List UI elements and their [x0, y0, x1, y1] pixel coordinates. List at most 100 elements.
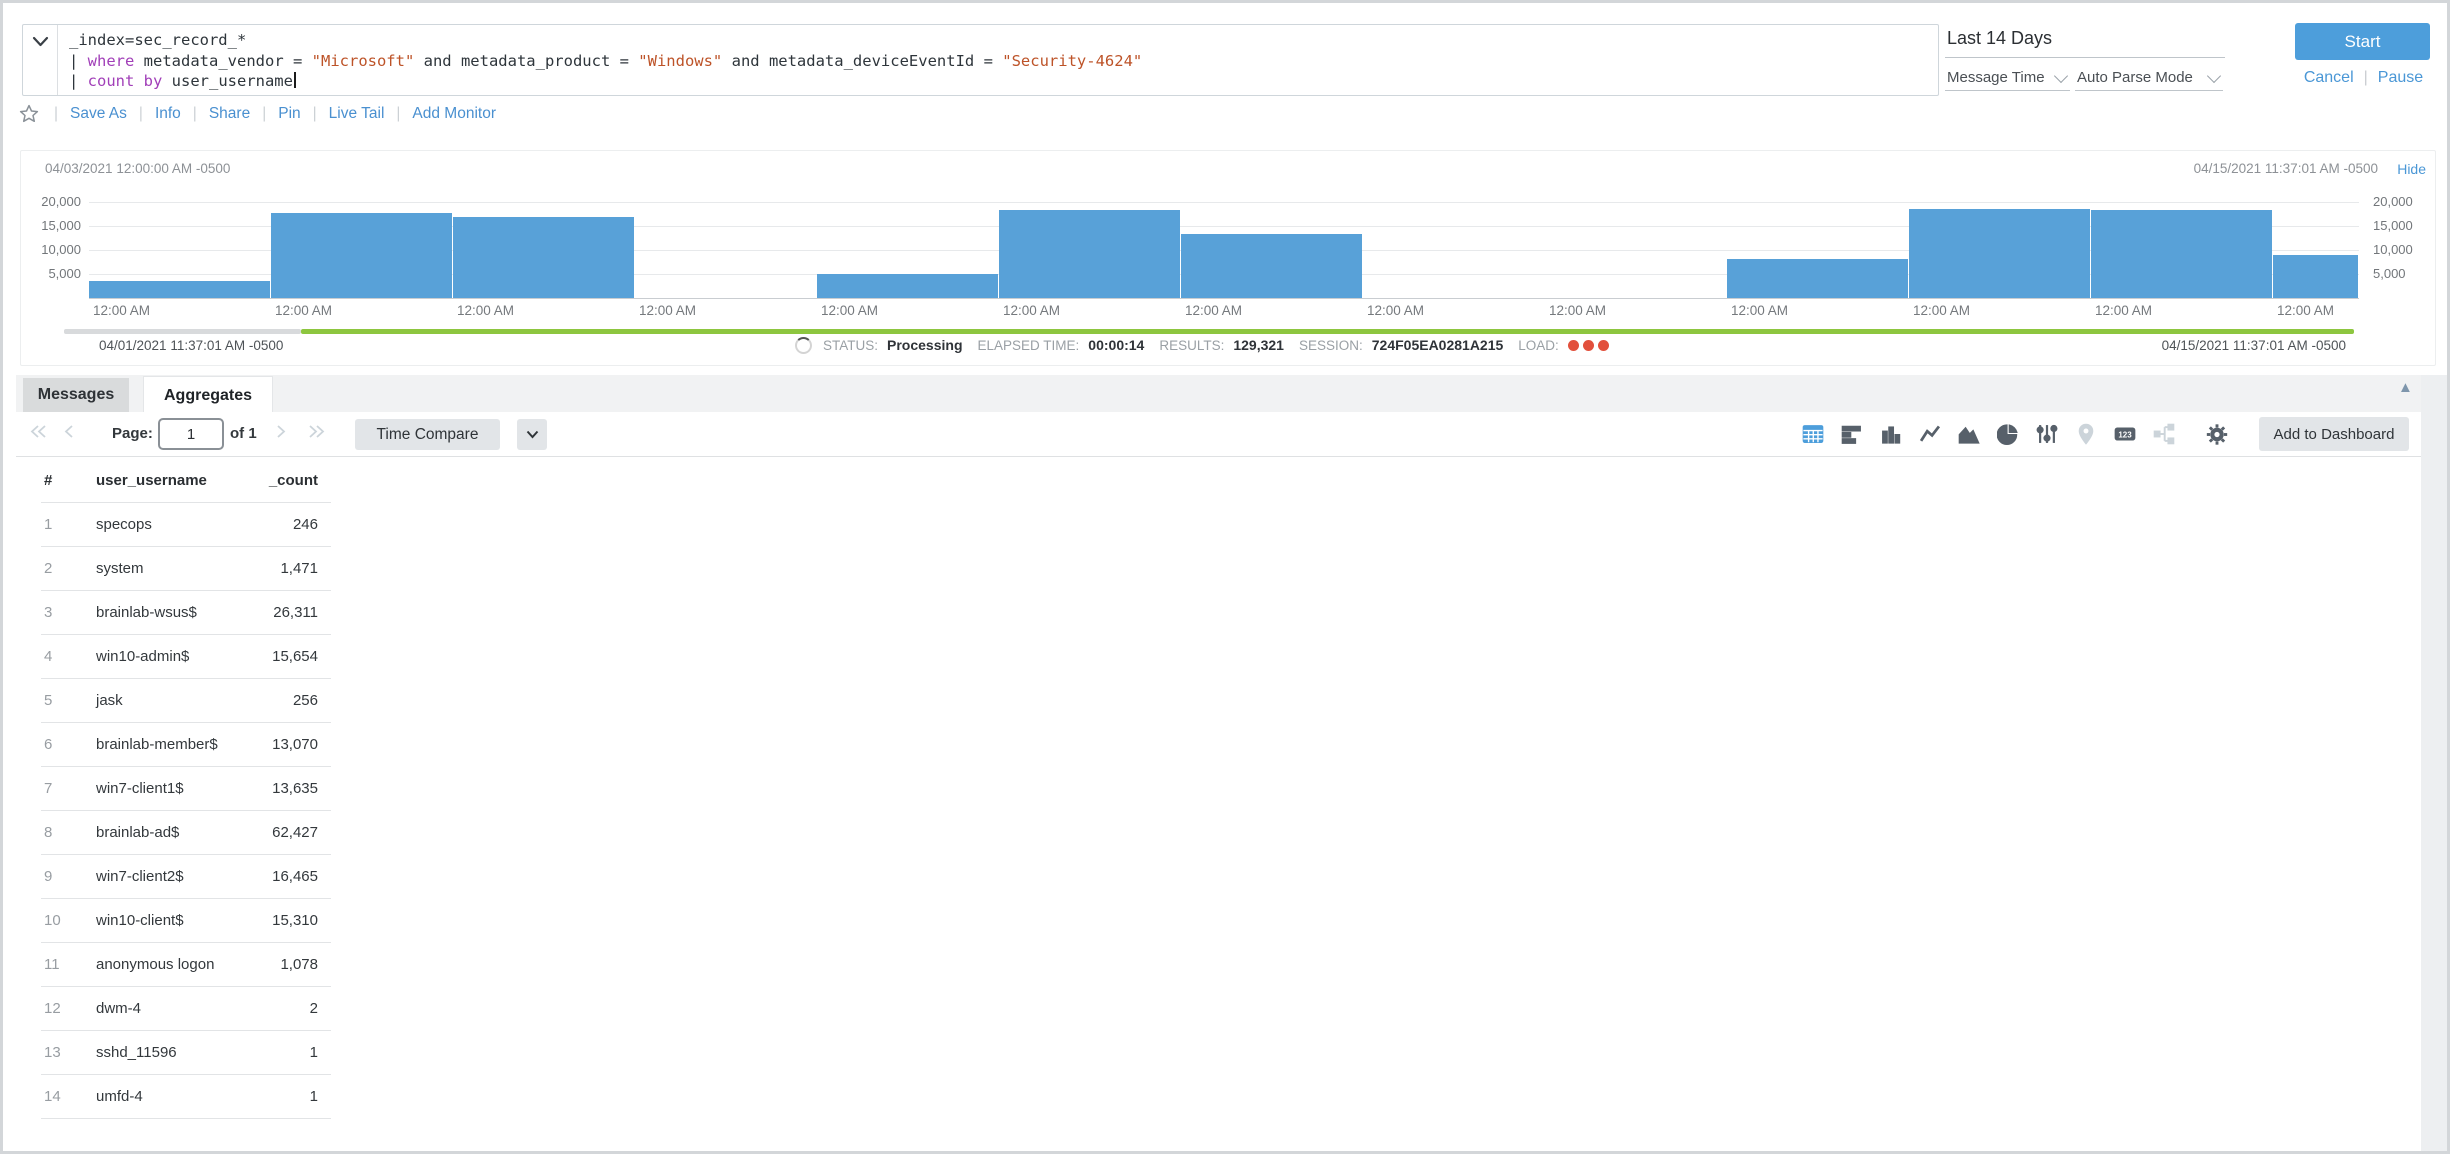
time-compare-dropdown-button[interactable]: [517, 419, 547, 450]
divider: |: [54, 105, 58, 122]
load-indicator: [1568, 340, 1609, 351]
table-row[interactable]: 13sshd_115961: [41, 1031, 331, 1075]
table-icon[interactable]: [1802, 423, 1824, 445]
time-range-field[interactable]: Last 14 Days: [1945, 26, 2225, 58]
column-chart-icon[interactable]: [1880, 423, 1902, 445]
divider: |: [313, 105, 317, 122]
parse-mode-dropdown[interactable]: Auto Parse Mode: [2075, 62, 2223, 91]
time-compare-button[interactable]: Time Compare: [355, 419, 500, 450]
histogram-bar[interactable]: [1909, 209, 2090, 298]
column-header-index[interactable]: #: [41, 472, 96, 489]
favorite-star-icon[interactable]: [18, 103, 40, 125]
row-index: 3: [41, 604, 96, 621]
hide-histogram-link[interactable]: Hide: [2397, 161, 2426, 177]
action-link-add-monitor[interactable]: Add Monitor: [412, 105, 496, 122]
next-page-button[interactable]: [276, 424, 286, 444]
table-row[interactable]: 12dwm-42: [41, 987, 331, 1031]
x-axis-tick-label: 12:00 AM: [1731, 303, 1788, 318]
action-link-info[interactable]: Info: [155, 105, 181, 122]
row-index: 8: [41, 824, 96, 841]
range-end-timestamp: 04/15/2021 11:37:01 AM -0500: [2162, 338, 2346, 353]
histogram-bar[interactable]: [453, 217, 634, 298]
histogram-chart[interactable]: [89, 202, 2359, 298]
histogram-bar[interactable]: [1181, 234, 1362, 298]
tab-aggregates[interactable]: Aggregates: [143, 376, 273, 414]
x-axis-tick-label: 12:00 AM: [2095, 303, 2152, 318]
histogram-bar[interactable]: [817, 274, 998, 298]
table-row[interactable]: 3brainlab-wsus$26,311: [41, 591, 331, 635]
divider: |: [262, 105, 266, 122]
scrubber-selection[interactable]: [301, 329, 2354, 334]
bar-chart-horizontal-icon[interactable]: [1841, 423, 1863, 445]
pause-link[interactable]: Pause: [2378, 69, 2423, 87]
table-row[interactable]: 2system1,471: [41, 547, 331, 591]
count-cell: 256: [244, 692, 331, 709]
count-cell: 16,465: [244, 868, 331, 885]
query-collapse-button[interactable]: [23, 25, 58, 95]
last-page-button[interactable]: [308, 424, 325, 444]
tab-messages[interactable]: Messages: [23, 378, 129, 412]
elapsed-value: 00:00:14: [1088, 337, 1144, 353]
gear-icon[interactable]: [2206, 423, 2228, 445]
map-pin-icon: [2075, 423, 2097, 445]
table-row[interactable]: 10win10-client$15,310: [41, 899, 331, 943]
add-to-dashboard-button[interactable]: Add to Dashboard: [2259, 417, 2409, 451]
query-input[interactable]: _index=sec_record_*| where metadata_vend…: [58, 25, 1142, 95]
action-link-pin[interactable]: Pin: [278, 105, 300, 122]
pie-chart-icon[interactable]: [1997, 423, 2019, 445]
histogram-bar[interactable]: [2273, 255, 2358, 298]
collapse-pane-arrow-icon[interactable]: ▲: [2398, 379, 2413, 396]
x-axis-tick-label: 12:00 AM: [1003, 303, 1060, 318]
sliders-icon[interactable]: [2036, 423, 2058, 445]
range-start-timestamp: 04/01/2021 11:37:01 AM -0500: [99, 338, 283, 353]
table-row[interactable]: 5jask256: [41, 679, 331, 723]
single-value-icon[interactable]: 123: [2114, 423, 2136, 445]
table-row[interactable]: 11anonymous logon1,078: [41, 943, 331, 987]
histogram-bar[interactable]: [271, 213, 452, 298]
count-cell: 1,471: [244, 560, 331, 577]
results-tab-strip: Messages Aggregates: [16, 375, 2421, 412]
row-index: 14: [41, 1088, 96, 1105]
table-row[interactable]: 14umfd-41: [41, 1075, 331, 1119]
username-cell: jask: [96, 692, 244, 709]
histogram-bar[interactable]: [2091, 210, 2272, 298]
table-row[interactable]: 1specops246: [41, 503, 331, 547]
first-page-button[interactable]: [30, 424, 47, 444]
table-row[interactable]: 9win7-client2$16,465: [41, 855, 331, 899]
previous-page-button[interactable]: [64, 424, 74, 444]
results-toolbar: Page: of 1 Time Compare 123 Add to Dashb…: [16, 412, 2421, 457]
column-header-username[interactable]: user_username: [96, 472, 244, 489]
cancel-link[interactable]: Cancel: [2304, 69, 2354, 87]
username-cell: win7-client1$: [96, 780, 244, 797]
table-row[interactable]: 4win10-admin$15,654: [41, 635, 331, 679]
table-row[interactable]: 7win7-client1$13,635: [41, 767, 331, 811]
time-mode-label: Message Time: [1947, 69, 2045, 86]
y-axis-tick-label: 10,000: [21, 242, 81, 257]
page-number-input[interactable]: [158, 418, 224, 450]
histogram-bar[interactable]: [89, 281, 270, 298]
time-mode-dropdown[interactable]: Message Time: [1945, 62, 2070, 91]
flow-diagram-icon: [2153, 423, 2175, 445]
cancel-pause-links: Cancel | Pause: [2297, 69, 2430, 87]
table-row[interactable]: 8brainlab-ad$62,427: [41, 811, 331, 855]
load-dot: [1583, 340, 1594, 351]
action-link-save-as[interactable]: Save As: [70, 105, 127, 122]
histogram-bar[interactable]: [1727, 259, 1908, 298]
query-editor[interactable]: _index=sec_record_*| where metadata_vend…: [22, 24, 1939, 96]
start-button[interactable]: Start: [2295, 23, 2430, 60]
query-token: and metadata_product =: [414, 52, 638, 70]
count-cell: 1: [244, 1044, 331, 1061]
column-header-count[interactable]: _count: [244, 472, 331, 489]
svg-text:123: 123: [2118, 431, 2132, 440]
area-chart-icon[interactable]: [1958, 423, 1980, 445]
line-chart-icon[interactable]: [1919, 423, 1941, 445]
gridline: [89, 202, 2359, 203]
action-link-live-tail[interactable]: Live Tail: [329, 105, 385, 122]
histogram-bar[interactable]: [999, 210, 1180, 298]
table-row[interactable]: 6brainlab-member$13,070: [41, 723, 331, 767]
scrubber-track[interactable]: [64, 329, 301, 334]
divider: |: [193, 105, 197, 122]
action-link-share[interactable]: Share: [209, 105, 250, 122]
query-token: "Microsoft": [312, 52, 415, 70]
session-value: 724F05EA0281A215: [1372, 337, 1504, 353]
